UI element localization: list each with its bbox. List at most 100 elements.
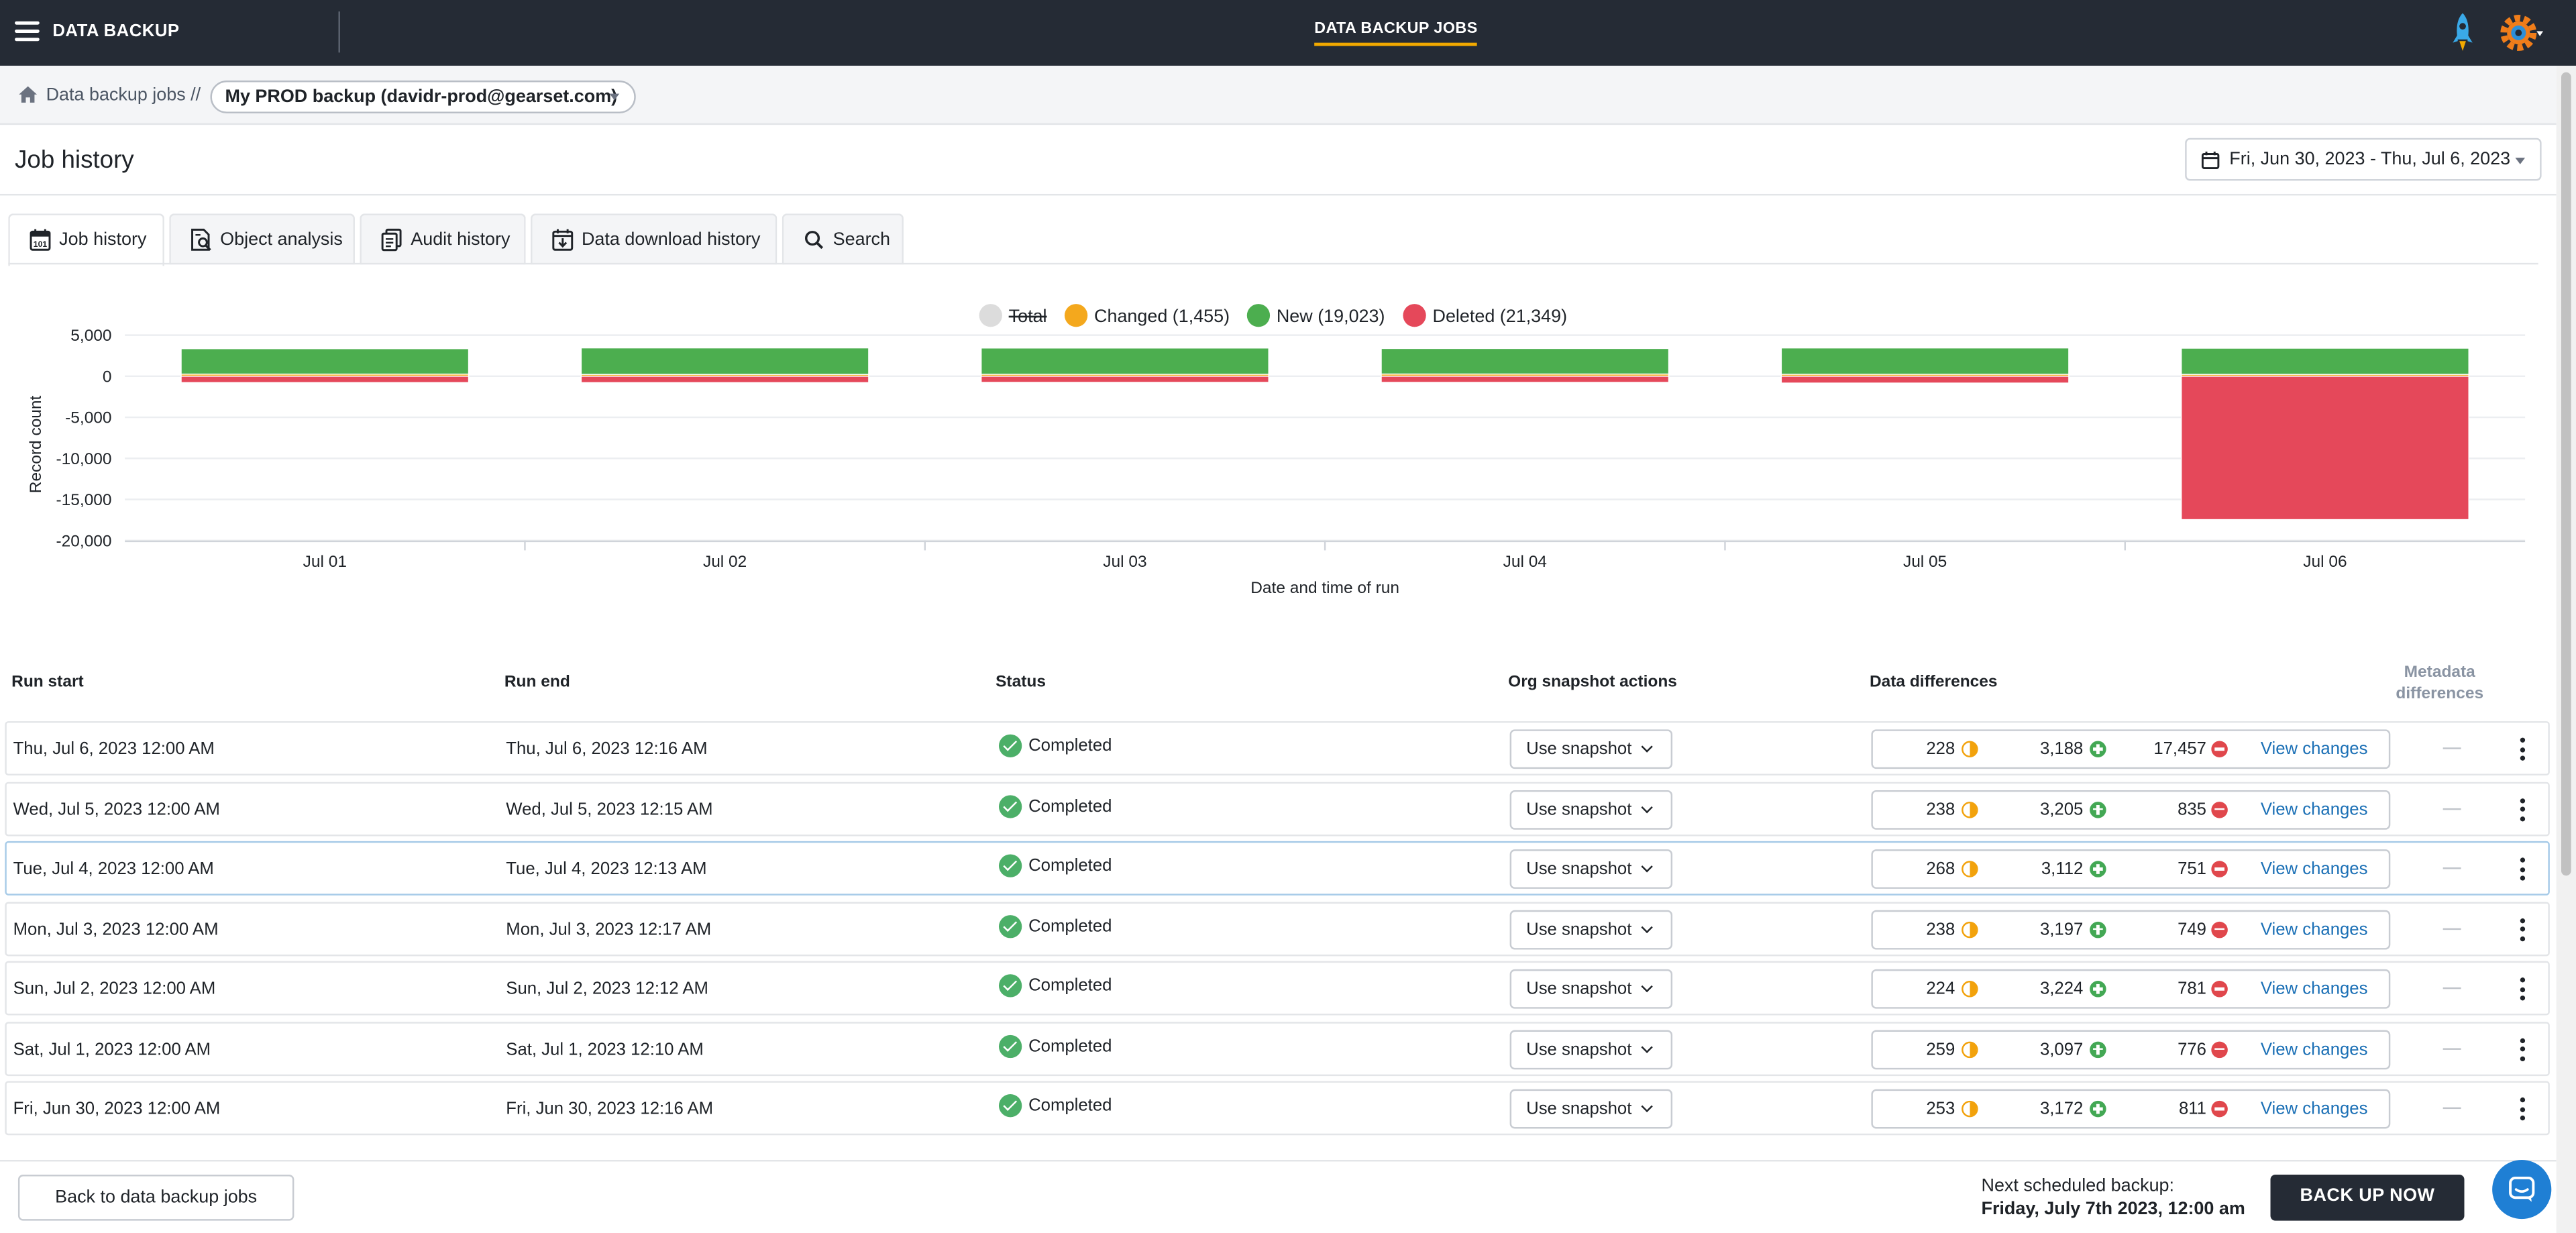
column-header-run-start[interactable]: Run start (11, 674, 84, 692)
view-changes-link[interactable]: View changes (2261, 1039, 2368, 1059)
bar-new (980, 347, 1269, 375)
table-row[interactable]: Sat, Jul 1, 2023 12:00 AM Sat, Jul 1, 202… (5, 1021, 2550, 1075)
minus-circle-icon (2211, 920, 2228, 938)
data-differences: 224 3,224 781 View changes (1871, 969, 2391, 1009)
chevron-down-icon (1641, 1100, 1653, 1113)
tab-search[interactable]: Search (782, 213, 904, 265)
status-text: Completed (1028, 855, 1112, 876)
bar-deleted (2180, 376, 2469, 521)
new-count: 3,112 (2041, 859, 2084, 879)
use-snapshot-dropdown[interactable]: Use snapshot (1509, 909, 1673, 949)
deleted-count: 751 (2178, 859, 2207, 879)
back-button[interactable]: Back to data backup jobs (17, 1175, 294, 1221)
breadcrumb-link[interactable]: Data backup jobs (46, 85, 186, 105)
view-changes-link[interactable]: View changes (2261, 859, 2368, 879)
run-end: Fri, Jun 30, 2023 12:16 AM (506, 1099, 714, 1119)
data-differences: 268 3,112 751 View changes (1871, 849, 2391, 889)
use-snapshot-dropdown[interactable]: Use snapshot (1509, 1029, 1673, 1069)
tab-audit-history[interactable]: Audit history (360, 213, 526, 265)
more-options-icon[interactable] (2515, 917, 2528, 943)
legend-marker (1246, 304, 1271, 327)
tab-object-analysis[interactable]: Object analysis (169, 213, 355, 265)
table-row[interactable]: Wed, Jul 5, 2023 12:00 AM Wed, Jul 5, 202… (5, 781, 2550, 836)
nav-tab-data-backup-jobs[interactable]: DATA BACKUP JOBS (1314, 19, 1478, 46)
metadata-differences-empty (2443, 1107, 2461, 1110)
scrollbar-thumb[interactable] (2561, 72, 2571, 876)
column-header-run-end[interactable]: Run end (504, 674, 570, 692)
tab-data-download-history[interactable]: Data download history (531, 213, 777, 265)
use-snapshot-dropdown[interactable]: Use snapshot (1509, 789, 1673, 829)
home-icon[interactable] (18, 85, 38, 103)
run-end: Wed, Jul 5, 2023 12:15 AM (506, 799, 713, 819)
table-row[interactable]: Thu, Jul 6, 2023 12:00 AM Thu, Jul 6, 202… (5, 721, 2550, 775)
deleted-count: 835 (2178, 799, 2207, 819)
rocket-icon[interactable] (2448, 11, 2477, 54)
check-circle-icon (998, 854, 1022, 877)
use-snapshot-dropdown[interactable]: Use snapshot (1509, 969, 1673, 1009)
tab-label: Audit history (411, 229, 511, 250)
back-up-now-button[interactable]: BACK UP NOW (2270, 1175, 2465, 1221)
changed-count: 268 (1926, 859, 1955, 879)
x-tick-label: Jul 04 (1503, 553, 1547, 571)
view-changes-link[interactable]: View changes (2261, 739, 2368, 759)
data-differences: 259 3,097 776 View changes (1871, 1029, 2391, 1069)
chevron-down-icon (1641, 1040, 1653, 1053)
table-row[interactable]: Mon, Jul 3, 2023 12:00 AM Mon, Jul 3, 202… (5, 901, 2550, 956)
check-circle-icon (998, 914, 1022, 938)
metadata-differences-empty (2443, 807, 2461, 810)
table-row[interactable]: Fri, Jun 30, 2023 12:00 AM Fri, Jun 30, 2… (5, 1081, 2550, 1136)
gear-icon[interactable] (2496, 10, 2544, 56)
view-changes-link[interactable]: View changes (2261, 799, 2368, 818)
new-count: 3,172 (2039, 1099, 2084, 1119)
more-options-icon[interactable] (2515, 857, 2528, 882)
tab-job-history[interactable]: 101 Job history (8, 213, 164, 266)
bar-deleted (1381, 376, 1670, 383)
view-changes-link[interactable]: View changes (2261, 979, 2368, 999)
column-header-snapshot: Org snapshot actions (1508, 674, 1677, 692)
check-circle-icon (998, 974, 1022, 998)
use-snapshot-dropdown[interactable]: Use snapshot (1509, 849, 1673, 889)
bar-new (1381, 347, 1670, 375)
deleted-count: 776 (2178, 1038, 2207, 1059)
x-tick-label: Jul 06 (2303, 553, 2347, 571)
menu-icon[interactable] (15, 21, 40, 42)
plus-circle-icon (2090, 920, 2106, 938)
date-range-picker[interactable]: Fri, Jun 30, 2023 - Thu, Jul 6, 2023 (2185, 138, 2542, 181)
snapshot-label: Use snapshot (1526, 1099, 1632, 1119)
status-text: Completed (1028, 1095, 1112, 1116)
check-circle-icon (998, 734, 1022, 757)
check-circle-icon (998, 1034, 1022, 1057)
tab-label: Object analysis (220, 229, 343, 250)
changed-icon (1962, 741, 1978, 757)
plus-circle-icon (2090, 741, 2106, 757)
footer-bar (0, 1159, 2557, 1233)
x-axis-title: Date and time of run (1250, 579, 1399, 597)
snapshot-label: Use snapshot (1526, 859, 1632, 879)
caret-down-icon (2515, 158, 2526, 164)
more-options-icon[interactable] (2515, 797, 2528, 822)
y-tick-label: -20,000 (56, 532, 112, 550)
status-text: Completed (1028, 736, 1112, 756)
chat-button[interactable] (2492, 1159, 2552, 1220)
minus-circle-icon (2211, 741, 2228, 757)
table-row[interactable]: Sun, Jul 2, 2023 12:00 AM Sun, Jul 2, 202… (5, 961, 2550, 1016)
more-options-icon[interactable] (2515, 977, 2528, 1002)
column-header-status[interactable]: Status (996, 674, 1046, 692)
x-tick-label: Jul 01 (303, 553, 347, 571)
minus-circle-icon (2211, 1040, 2228, 1057)
use-snapshot-dropdown[interactable]: Use snapshot (1509, 1089, 1673, 1129)
view-changes-link[interactable]: View changes (2261, 919, 2368, 939)
use-snapshot-dropdown[interactable]: Use snapshot (1509, 729, 1673, 769)
legend-label: New (19,023) (1277, 306, 1385, 326)
more-options-icon[interactable] (2515, 737, 2528, 763)
divider (8, 262, 2538, 265)
table-row[interactable]: Tue, Jul 4, 2023 12:00 AM Tue, Jul 4, 202… (5, 841, 2550, 896)
deleted-count: 17,457 (2153, 739, 2207, 759)
more-options-icon[interactable] (2515, 1097, 2528, 1122)
view-changes-link[interactable]: View changes (2261, 1099, 2368, 1118)
check-circle-icon (998, 794, 1022, 818)
data-differences: 238 3,197 749 View changes (1871, 909, 2391, 949)
more-options-icon[interactable] (2515, 1037, 2528, 1063)
run-start: Mon, Jul 3, 2023 12:00 AM (13, 919, 219, 939)
job-select[interactable]: My PROD backup (davidr-prod@gearset.com) (210, 81, 636, 113)
